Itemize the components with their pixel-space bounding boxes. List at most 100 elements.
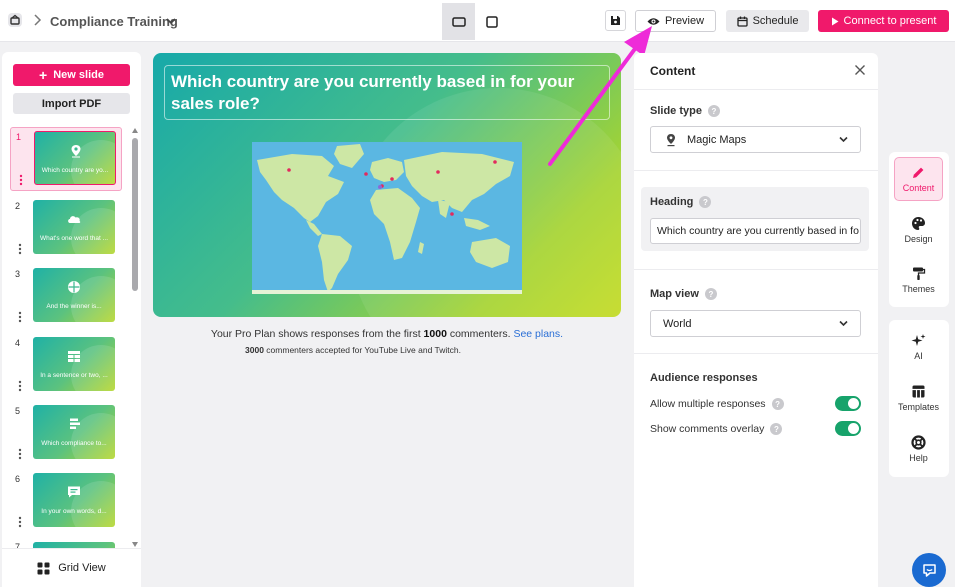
map-pin-icon [667, 133, 675, 146]
chevron-right-icon [34, 14, 42, 26]
new-slide-button[interactable]: + New slide [13, 64, 130, 86]
content-panel: Content Slide type ? Magic Maps Heading … [634, 53, 878, 587]
close-icon[interactable] [854, 64, 866, 76]
ai-tool-label: AI [914, 351, 923, 361]
grid-view-label: Grid View [58, 562, 106, 574]
slide-item-5[interactable]: 5 Which compliance to... [10, 402, 122, 466]
landscape-layout-button[interactable] [442, 3, 475, 40]
schedule-button[interactable]: Schedule [726, 10, 809, 32]
scroll-thumb[interactable] [132, 138, 138, 291]
pro-plan-note: Your Pro Plan shows responses from the f… [153, 328, 621, 340]
templates-tool-label: Templates [897, 402, 940, 412]
world-map-image [252, 142, 522, 294]
slide-number: 3 [15, 269, 21, 279]
more-options-icon[interactable] [19, 174, 23, 186]
slide-type-select[interactable]: Magic Maps [650, 126, 861, 153]
divider [634, 89, 878, 90]
new-slide-label: New slide [53, 69, 104, 81]
map-pin [493, 160, 497, 164]
connect-to-present-button[interactable]: Connect to present [818, 10, 949, 32]
wheel-icon [68, 281, 80, 293]
audience-responses-label: Audience responses [650, 372, 758, 384]
slide-thumbnail: Which compliance to... [33, 405, 115, 459]
slide-thumbnail-text: What's one word that ... [39, 235, 109, 242]
import-pdf-button[interactable]: Import PDF [13, 93, 130, 114]
chevron-down-icon[interactable] [166, 17, 176, 25]
map-pin [436, 170, 440, 174]
map-view-select[interactable]: World [650, 310, 861, 337]
content-tool-label: Content [902, 183, 935, 193]
more-options-icon[interactable] [18, 516, 22, 528]
slide-thumbnail-text: Which country are yo... [41, 167, 109, 174]
slide-type-label-row: Slide type ? [650, 105, 720, 117]
slide-item-2[interactable]: 2 What's one word that ... [10, 197, 122, 261]
chevron-down-icon [839, 136, 848, 143]
more-options-icon[interactable] [18, 243, 22, 255]
calendar-icon [736, 16, 748, 27]
themes-tool-button[interactable]: Themes [894, 258, 943, 302]
grid-icon [37, 562, 50, 574]
chat-support-button[interactable] [912, 553, 946, 587]
map-pin [390, 177, 394, 181]
help-icon[interactable]: ? [699, 196, 712, 208]
slide-thumbnail: What's one word that ... [33, 200, 115, 254]
more-options-icon[interactable] [18, 448, 22, 460]
help-icon[interactable]: ? [704, 288, 717, 300]
design-tool-button[interactable]: Design [894, 208, 943, 252]
map-view-label: Map view [650, 288, 699, 300]
home-icon[interactable] [6, 11, 24, 29]
landscape-icon [451, 16, 466, 27]
slide-item-7[interactable]: 7 [10, 538, 122, 548]
map-pin [364, 172, 368, 176]
paint-roller-icon [913, 267, 926, 280]
templates-tool-button[interactable]: Templates [894, 376, 943, 420]
grid-view-button[interactable]: Grid View [2, 548, 141, 587]
help-tool-button[interactable]: Help [894, 427, 943, 471]
slide-thumbnail-text: In a sentence or two, ... [40, 372, 108, 379]
pro-note2-text: commenters accepted for YouTube Live and… [263, 345, 461, 355]
slide-type-label: Slide type [650, 105, 702, 117]
slide-item-4[interactable]: 4 In a sentence or two, ... [10, 334, 122, 398]
plus-icon: + [39, 67, 48, 83]
chat-icon [922, 563, 936, 577]
editor-tools-group: Content Design Themes [889, 152, 949, 307]
cloud-icon [68, 216, 81, 223]
slide-thumbnail-text: In your own words, d... [41, 508, 107, 515]
palette-icon [912, 217, 925, 230]
table-icon [68, 351, 80, 362]
slide-item-6[interactable]: 6 In your own words, d... [10, 470, 122, 534]
presentation-title[interactable]: Compliance Training [50, 14, 178, 29]
show-comments-label: Show comments overlay [650, 423, 765, 435]
content-tool-button[interactable]: Content [894, 157, 943, 201]
more-options-icon[interactable] [18, 380, 22, 392]
allow-multiple-responses-row: Allow multiple responses ? [650, 396, 861, 412]
square-icon [486, 15, 498, 28]
lifebuoy-icon [911, 435, 926, 450]
import-pdf-label: Import PDF [41, 97, 102, 110]
slide-item-3[interactable]: 3 And the winner is... [10, 265, 122, 329]
heading-input[interactable] [650, 218, 861, 244]
help-icon[interactable]: ? [707, 105, 720, 117]
see-plans-link[interactable]: See plans. [513, 328, 563, 340]
scroll-up-arrow-icon[interactable] [132, 128, 138, 133]
map-view-value: World [663, 317, 692, 330]
map-pin-icon [71, 145, 81, 158]
more-options-icon[interactable] [18, 311, 22, 323]
chevron-down-icon [839, 320, 848, 327]
slide-thumbnail: In your own words, d... [33, 473, 115, 527]
ai-tool-button[interactable]: AI [894, 325, 943, 369]
help-icon[interactable]: ? [771, 398, 784, 410]
scroll-down-arrow-icon[interactable] [132, 542, 138, 547]
show-comments-toggle[interactable] [835, 421, 861, 436]
help-icon[interactable]: ? [770, 423, 783, 435]
slide-item-1[interactable]: 1 Which country are yo... [10, 127, 122, 191]
divider [634, 269, 878, 270]
square-layout-button[interactable] [478, 3, 506, 40]
slide-thumbnail: Which country are yo... [34, 131, 116, 185]
slide-list-scrollbar[interactable] [131, 128, 139, 548]
divider [634, 353, 878, 354]
chat-bubble-icon [68, 486, 80, 498]
templates-icon [912, 385, 925, 398]
world-map [252, 142, 522, 294]
allow-multiple-toggle[interactable] [835, 396, 861, 411]
